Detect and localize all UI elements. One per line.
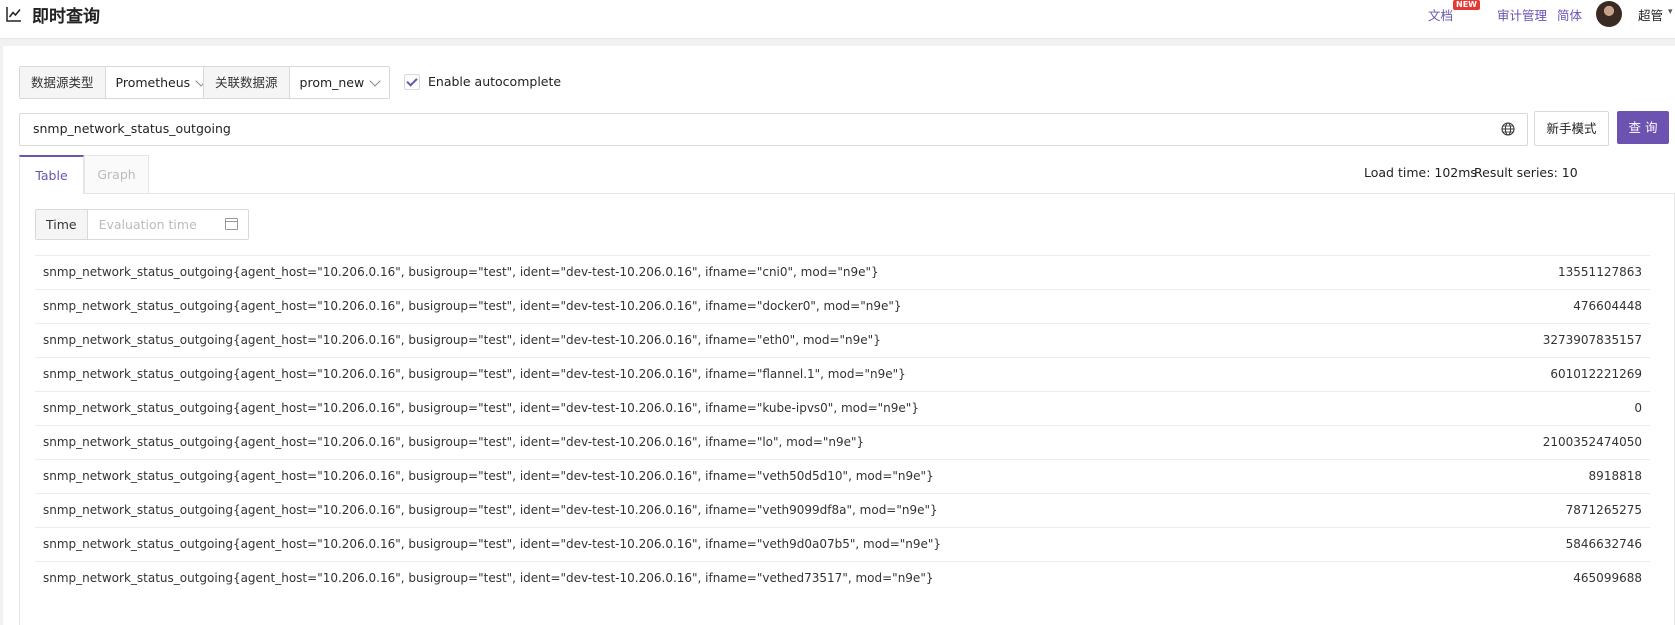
page-title: 即时查询 [32, 7, 100, 27]
promql-text: snmp_network_status_outgoing [33, 121, 231, 136]
time-label: Time [36, 210, 88, 239]
series-value: 8918818 [1588, 469, 1642, 483]
series-label: snmp_network_status_outgoing{agent_host=… [43, 503, 938, 517]
series-value: 465099688 [1573, 571, 1642, 585]
table-row: snmp_network_status_outgoing{agent_host=… [35, 493, 1650, 527]
table-row: snmp_network_status_outgoing{agent_host=… [35, 561, 1650, 595]
language-switch[interactable]: 简体 [1557, 5, 1582, 24]
time-picker[interactable]: Time Evaluation time [35, 209, 249, 240]
table-row: snmp_network_status_outgoing{agent_host=… [35, 289, 1650, 323]
query-card: 数据源类型 Prometheus 关联数据源 prom_new Enable a… [3, 46, 1675, 625]
new-badge: NEW [1453, 0, 1480, 10]
series-label: snmp_network_status_outgoing{agent_host=… [43, 333, 881, 347]
datasource-type-text: Prometheus [115, 75, 191, 90]
datasource-type-select[interactable]: 数据源类型 Prometheus [19, 66, 217, 99]
datasource-type-value[interactable]: Prometheus [105, 67, 216, 98]
nav-docs-link[interactable]: 文档 [1428, 5, 1453, 24]
avatar[interactable] [1596, 1, 1622, 27]
series-value: 5846632746 [1565, 537, 1642, 551]
datasource-select[interactable]: 关联数据源 prom_new [203, 66, 391, 99]
series-value: 2100352474050 [1542, 435, 1642, 449]
series-label: snmp_network_status_outgoing{agent_host=… [43, 469, 934, 483]
result-series-count: Result series: 10 [1474, 165, 1578, 180]
table-panel: Time Evaluation time snmp_network_status… [19, 193, 1675, 625]
table-row: snmp_network_status_outgoing{agent_host=… [35, 459, 1650, 493]
series-value: 0 [1634, 401, 1642, 415]
series-label: snmp_network_status_outgoing{agent_host=… [43, 537, 942, 551]
tab-graph[interactable]: Graph [84, 155, 149, 194]
series-label: snmp_network_status_outgoing{agent_host=… [43, 435, 865, 449]
series-label: snmp_network_status_outgoing{agent_host=… [43, 367, 906, 381]
globe-icon[interactable] [1501, 122, 1515, 136]
load-time: Load time: 102ms [1364, 165, 1477, 180]
autocomplete-checkbox[interactable] [404, 74, 420, 90]
datasource-text: prom_new [299, 75, 365, 90]
series-label: snmp_network_status_outgoing{agent_host=… [43, 401, 919, 415]
table-row: snmp_network_status_outgoing{agent_host=… [35, 527, 1650, 561]
promql-input[interactable]: snmp_network_status_outgoing [19, 113, 1528, 146]
query-button[interactable]: 查 询 [1617, 111, 1669, 144]
evaluation-time-input[interactable]: Evaluation time [88, 210, 248, 239]
series-value: 13551127863 [1558, 265, 1642, 279]
table-row: snmp_network_status_outgoing{agent_host=… [35, 357, 1650, 391]
table-row: snmp_network_status_outgoing{agent_host=… [35, 323, 1650, 357]
results-table: snmp_network_status_outgoing{agent_host=… [35, 255, 1650, 595]
tab-table[interactable]: Table [19, 155, 84, 194]
calendar-icon [225, 218, 238, 230]
top-bar: 即时查询 文档 NEW 审计管理 简体 超管 ▾ [0, 0, 1675, 39]
datasource-type-label: 数据源类型 [20, 67, 106, 98]
series-label: snmp_network_status_outgoing{agent_host=… [43, 299, 902, 313]
evaluation-time-placeholder: Evaluation time [98, 217, 197, 232]
series-value: 7871265275 [1565, 503, 1642, 517]
autocomplete-label[interactable]: Enable autocomplete [428, 74, 561, 89]
nav-audit-link[interactable]: 审计管理 [1497, 5, 1547, 24]
series-label: snmp_network_status_outgoing{agent_host=… [43, 571, 934, 585]
table-row: snmp_network_status_outgoing{agent_host=… [35, 425, 1650, 459]
chevron-down-icon[interactable]: ▾ [1668, 7, 1673, 17]
series-label: snmp_network_status_outgoing{agent_host=… [43, 265, 879, 279]
user-name[interactable]: 超管 [1638, 5, 1663, 24]
datasource-label: 关联数据源 [204, 67, 290, 98]
series-value: 476604448 [1573, 299, 1642, 313]
datasource-value[interactable]: prom_new [289, 67, 390, 98]
novice-mode-button[interactable]: 新手模式 [1534, 111, 1609, 146]
series-value: 3273907835157 [1542, 333, 1642, 347]
table-row: snmp_network_status_outgoing{agent_host=… [35, 391, 1650, 425]
line-chart-icon [6, 7, 21, 22]
chevron-down-icon [369, 74, 381, 87]
series-value: 601012221269 [1550, 367, 1642, 381]
table-row: snmp_network_status_outgoing{agent_host=… [35, 255, 1650, 289]
